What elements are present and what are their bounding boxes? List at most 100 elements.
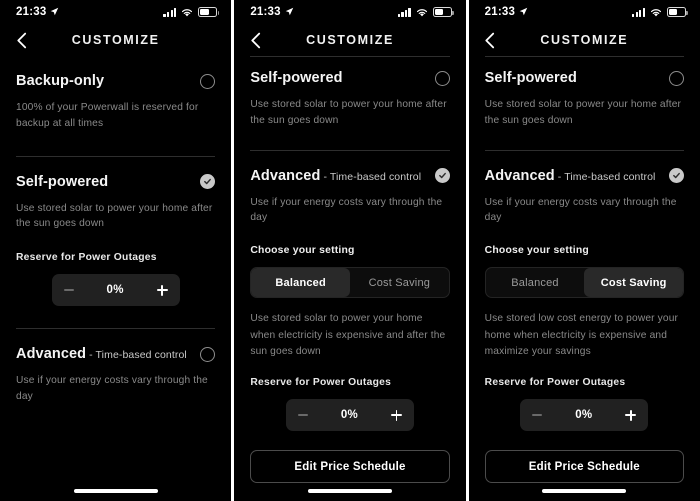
segment-cost-saving[interactable]: Cost Saving — [350, 268, 449, 297]
page-title: CUSTOMIZE — [306, 33, 394, 47]
home-indicator — [307, 489, 392, 493]
mode-description-self-powered: Use stored solar to power your home afte… — [250, 99, 447, 126]
status-bar: 21:33 — [234, 0, 465, 24]
mode-option-self-powered[interactable]: Self-powered — [16, 157, 216, 190]
radio-selected-check-icon[interactable] — [434, 168, 450, 184]
check-icon — [673, 172, 680, 179]
status-time: 21:33 — [250, 6, 281, 18]
minus-icon[interactable] — [63, 289, 74, 292]
mode-title-self-powered: Self-powered — [250, 70, 343, 86]
plus-icon[interactable] — [625, 409, 637, 421]
mode-option-advanced[interactable]: Advanced - Time-based control — [485, 151, 684, 184]
reserve-label-3: Reserve for Power Outages — [484, 377, 626, 389]
location-arrow-icon — [519, 7, 528, 15]
phone-screen-3: 21:33 CUSTOMIZE Self-powered Use stored … — [468, 0, 700, 501]
check-icon — [438, 172, 446, 179]
page-title: CUSTOMIZE — [540, 33, 629, 47]
wifi-icon — [416, 8, 427, 16]
radio-unselected-icon[interactable] — [200, 346, 216, 362]
mode-title-self-powered: Self-powered — [484, 70, 577, 86]
reserve-label-1: Reserve for Power Outages — [16, 252, 157, 264]
segment-cost-saving[interactable]: Cost Saving — [584, 268, 683, 298]
mode-description-self-powered: Use stored solar to power your home afte… — [484, 99, 682, 126]
minus-icon[interactable] — [297, 414, 308, 416]
reserve-value-3: 0% — [575, 409, 593, 422]
mode-title-advanced: Advanced - Time-based control — [485, 168, 656, 184]
phone-screen-1: 21:33 CUSTOMIZE Backup-only 100% of your… — [0, 0, 232, 501]
mode-option-self-powered[interactable]: Self-powered — [250, 57, 450, 86]
nav-bar: CUSTOMIZE — [469, 24, 700, 56]
cellular-signal-icon — [632, 7, 645, 17]
mode-title-self-powered: Self-powered — [16, 173, 109, 190]
mode-description-self-powered: Use stored solar to power your home afte… — [16, 202, 213, 230]
mode-option-advanced[interactable]: Advanced - Time-based control — [16, 329, 216, 362]
mode-option-self-powered[interactable]: Self-powered — [485, 57, 684, 86]
mode-title-advanced-sub: - Time-based control — [320, 170, 422, 183]
phone-screen-2: 21:33 CUSTOMIZE Self-powered Use stored … — [234, 0, 466, 501]
reserve-stepper-2[interactable]: 0% — [285, 399, 414, 432]
battery-icon — [432, 7, 454, 17]
choose-setting-label: Choose your setting — [484, 245, 589, 257]
edit-price-schedule-button[interactable]: Edit Price Schedule — [484, 450, 684, 484]
nav-bar: CUSTOMIZE — [234, 24, 465, 56]
status-bar-right — [397, 7, 454, 17]
status-bar: 21:33 — [0, 0, 231, 24]
plus-icon[interactable] — [390, 409, 402, 421]
setting-description-3: Use stored low cost energy to power your… — [484, 313, 679, 357]
reserve-value-2: 0% — [340, 409, 359, 422]
mode-title-advanced-sub: - Time-based control — [86, 349, 187, 362]
mode-description-advanced: Use if your energy costs vary through th… — [484, 196, 677, 224]
mode-description-backup-only: 100% of your Powerwall is reserved for b… — [16, 102, 199, 129]
battery-icon — [666, 7, 688, 17]
home-indicator — [542, 489, 627, 493]
setting-segmented-control-3[interactable]: Balanced Cost Saving — [484, 267, 684, 299]
status-time: 21:33 — [16, 6, 47, 18]
nav-bar: CUSTOMIZE — [0, 24, 231, 56]
mode-description-advanced: Use if your energy costs vary through th… — [16, 375, 208, 403]
reserve-stepper-1[interactable]: 0% — [51, 274, 180, 307]
radio-unselected-icon[interactable] — [668, 70, 684, 86]
status-bar-right — [163, 7, 220, 17]
status-bar-left: 21:33 — [485, 6, 528, 18]
page-title: CUSTOMIZE — [71, 33, 160, 47]
screenshot-panels: 21:33 CUSTOMIZE Backup-only 100% of your… — [0, 0, 700, 501]
mode-title-advanced: Advanced - Time-based control — [250, 168, 421, 184]
mode-description-advanced: Use if your energy costs vary through th… — [250, 196, 443, 224]
status-time: 21:33 — [484, 6, 516, 18]
mode-title-advanced-main: Advanced — [484, 167, 555, 184]
radio-selected-check-icon[interactable] — [200, 174, 216, 190]
reserve-label-2: Reserve for Power Outages — [250, 377, 392, 389]
plus-icon[interactable] — [156, 284, 168, 296]
cellular-signal-icon — [397, 7, 411, 17]
mode-title-advanced-main: Advanced — [16, 346, 87, 363]
wifi-icon — [182, 8, 193, 16]
mode-option-backup-only[interactable]: Backup-only — [16, 56, 216, 89]
wifi-icon — [650, 8, 662, 16]
reserve-value-1: 0% — [106, 284, 124, 297]
radio-unselected-icon[interactable] — [200, 73, 216, 89]
status-bar: 21:33 — [469, 0, 700, 24]
status-bar-left: 21:33 — [16, 6, 59, 18]
radio-unselected-icon[interactable] — [434, 70, 450, 86]
edit-price-schedule-button[interactable]: Edit Price Schedule — [250, 450, 450, 484]
cellular-signal-icon — [163, 7, 177, 17]
reserve-stepper-3[interactable]: 0% — [520, 399, 649, 432]
mode-title-advanced: Advanced - Time-based control — [16, 346, 187, 362]
battery-icon — [198, 7, 220, 17]
settings-list-3: Self-powered Use stored solar to power y… — [469, 56, 700, 501]
check-icon — [204, 178, 212, 185]
status-bar-right — [632, 7, 688, 17]
radio-selected-check-icon[interactable] — [668, 168, 684, 184]
mode-option-advanced[interactable]: Advanced - Time-based control — [250, 151, 450, 184]
mode-title-backup-only: Backup-only — [16, 73, 105, 89]
segment-balanced[interactable]: Balanced — [251, 268, 350, 298]
location-arrow-icon — [51, 7, 59, 15]
minus-icon[interactable] — [532, 414, 543, 416]
settings-list-1: Backup-only 100% of your Powerwall is re… — [0, 56, 231, 501]
setting-segmented-control-2[interactable]: Balanced Cost Saving — [250, 267, 450, 299]
mode-title-advanced-sub: - Time-based control — [554, 170, 656, 183]
location-arrow-icon — [285, 7, 293, 15]
segment-balanced[interactable]: Balanced — [486, 268, 585, 297]
settings-list-2: Self-powered Use stored solar to power y… — [234, 56, 465, 501]
choose-setting-label: Choose your setting — [250, 245, 355, 257]
